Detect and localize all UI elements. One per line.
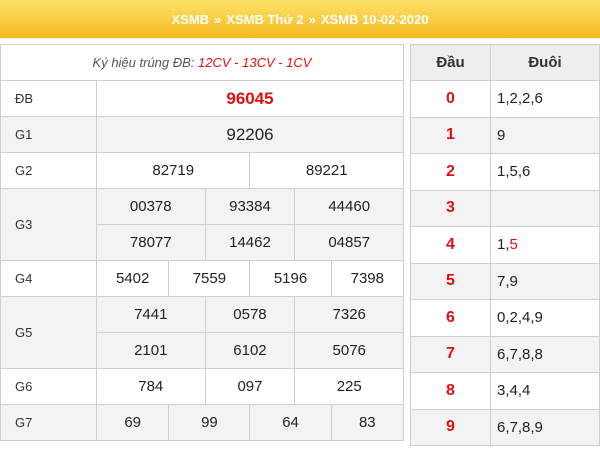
loto-head-digit: 4 (410, 226, 491, 264)
prize-row-g2: G2 82719 89221 (0, 152, 404, 189)
prize-label: G5 (0, 296, 97, 369)
special-symbol-label: Ký hiệu trúng ĐB: (92, 55, 199, 70)
prize-number: 5076 (294, 332, 404, 369)
loto-row: 3 (410, 189, 600, 227)
loto-row: 2 1,5,6 (410, 153, 600, 191)
prize-number: 69 (95, 404, 170, 441)
prize-number: 7441 (96, 296, 206, 333)
prize-number: 78077 (96, 224, 206, 261)
prize-number-special: 96045 (96, 80, 404, 117)
prize-number: 7559 (168, 260, 251, 297)
prize-label: ĐB (0, 80, 97, 117)
breadcrumb-link-xsmb-date[interactable]: XSMB 10-02-2020 (321, 12, 429, 27)
prize-number: 097 (204, 368, 296, 405)
loto-tail-digits: 6,7,8,9 (490, 408, 600, 446)
prize-number: 7326 (294, 296, 404, 333)
loto-tail-digits: 7,9 (490, 262, 600, 300)
loto-table: Đầu Đuôi 0 1,2,2,6 1 9 2 1,5,6 3 4 1,5 5… (410, 44, 600, 446)
prize-number: 44460 (294, 188, 404, 225)
breadcrumb-separator: » (214, 11, 222, 27)
loto-tail-digits: 1,5 (490, 226, 600, 264)
loto-row: 8 3,4,4 (410, 372, 600, 410)
loto-head-digit: 9 (410, 408, 491, 446)
prize-label: G7 (0, 404, 97, 441)
loto-row: 5 7,9 (410, 262, 600, 300)
prize-row-g7: G7 69 99 64 83 (0, 404, 405, 441)
prize-row-db: ĐB 96045 (0, 80, 404, 117)
prize-label: G4 (0, 260, 97, 297)
loto-head-digit: 7 (410, 335, 491, 373)
prize-number: 04857 (294, 224, 404, 261)
loto-head-digit: 3 (410, 189, 491, 227)
prize-number: 225 (294, 368, 404, 405)
loto-tail-digits: 9 (490, 116, 600, 154)
loto-row: 7 6,7,8,8 (410, 335, 600, 373)
breadcrumb-separator: » (308, 11, 316, 27)
breadcrumb-link-xsmb-thu-2[interactable]: XSMB Thứ 2 (226, 12, 303, 27)
prize-number: 92206 (96, 116, 404, 153)
prize-number: 83 (330, 404, 405, 441)
prize-number: 784 (96, 368, 206, 405)
loto-tail-digits: 6,7,8,8 (490, 335, 600, 373)
loto-tail-special: 5 (509, 236, 518, 254)
prize-row-g4: G4 5402 7559 5196 7398 (0, 260, 405, 297)
loto-tail-digits: 0,2,4,9 (490, 299, 600, 337)
loto-row: 9 6,7,8,9 (410, 408, 600, 446)
loto-head-digit: 5 (410, 262, 491, 300)
prize-number: 14462 (204, 224, 296, 261)
results-table: Ký hiệu trúng ĐB: 12CV - 13CV - 1CV ĐB 9… (0, 44, 405, 441)
loto-head-digit: 1 (410, 116, 491, 154)
loto-head-digit: 6 (410, 299, 491, 337)
loto-row: 4 1,5 (410, 226, 600, 264)
loto-tail-digits: 3,4,4 (490, 372, 600, 410)
prize-number: 6102 (204, 332, 296, 369)
prize-number: 64 (249, 404, 332, 441)
loto-tail-plain: 1, (497, 236, 510, 254)
special-symbol-codes: 12CV - 13CV - 1CV (198, 55, 312, 70)
loto-row: 0 1,2,2,6 (410, 80, 600, 118)
loto-tail-digits (490, 189, 600, 227)
loto-row: 1 9 (410, 116, 600, 154)
prize-number: 99 (168, 404, 251, 441)
prize-number: 82719 (95, 152, 251, 189)
prize-label: G2 (0, 152, 97, 189)
prize-label: G3 (0, 188, 97, 261)
loto-head-digit: 8 (410, 372, 491, 410)
prize-row-g6: G6 784 097 225 (0, 368, 404, 405)
loto-tail-digits: 1,2,2,6 (490, 80, 600, 118)
prize-number: 5402 (95, 260, 170, 297)
prize-number: 89221 (249, 152, 404, 189)
prize-number: 93384 (204, 188, 296, 225)
loto-head-column: Đầu (410, 44, 491, 81)
prize-row-g1: G1 92206 (0, 116, 404, 153)
prize-number: 2101 (96, 332, 206, 369)
prize-row-g5: G5 7441 0578 7326 (0, 296, 404, 369)
breadcrumb-link-xsmb[interactable]: XSMB (171, 12, 209, 27)
loto-head-digit: 2 (410, 153, 491, 191)
prize-number: 00378 (96, 188, 206, 225)
prize-row-g3: G3 00378 93384 44460 (0, 188, 404, 261)
loto-row: 6 0,2,4,9 (410, 299, 600, 337)
prize-label: G6 (0, 368, 97, 405)
prize-number: 5196 (249, 260, 332, 297)
loto-tail-column: Đuôi (490, 44, 600, 81)
prize-number: 0578 (204, 296, 296, 333)
loto-header-row: Đầu Đuôi (410, 44, 600, 81)
prize-label: G1 (0, 116, 97, 153)
breadcrumb: XSMB » XSMB Thứ 2 » XSMB 10-02-2020 (0, 0, 600, 38)
symbol-row: Ký hiệu trúng ĐB: 12CV - 13CV - 1CV (0, 44, 404, 81)
loto-head-digit: 0 (410, 80, 491, 118)
special-symbol-cell: Ký hiệu trúng ĐB: 12CV - 13CV - 1CV (0, 44, 404, 81)
prize-number: 7398 (330, 260, 405, 297)
loto-tail-digits: 1,5,6 (490, 153, 600, 191)
